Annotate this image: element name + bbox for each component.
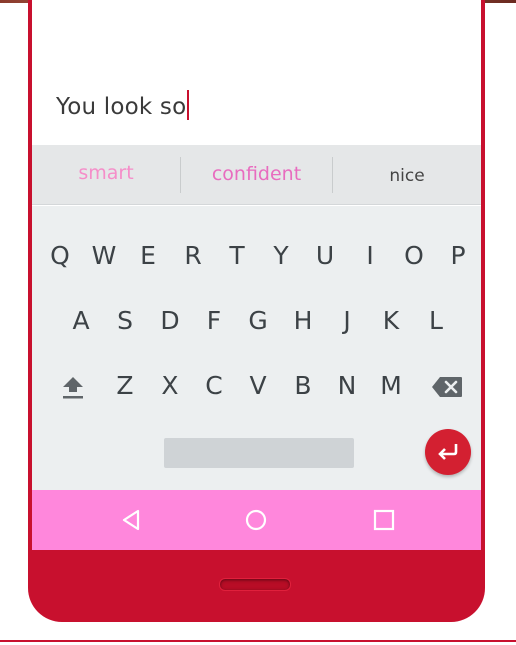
key-b[interactable]: B [283,361,323,411]
message-input[interactable]: You look so [32,0,481,145]
key-p[interactable]: P [438,231,478,281]
suggestion-nice[interactable]: nice [333,145,481,205]
shift-icon[interactable] [61,373,85,401]
speaker-grille [219,578,291,591]
text-cursor [187,90,190,120]
navigation-bar [32,490,481,550]
key-v[interactable]: V [238,361,278,411]
key-a[interactable]: A [61,296,101,346]
key-s[interactable]: S [105,296,145,346]
key-j[interactable]: J [327,296,367,346]
typed-text: You look so [56,94,187,120]
key-w[interactable]: W [84,231,124,281]
key-e[interactable]: E [128,231,168,281]
key-r[interactable]: R [173,231,213,281]
nav-back-icon[interactable] [120,508,144,532]
key-u[interactable]: U [305,231,345,281]
background-line [0,640,516,642]
keyboard: Q W E R T Y U I O P A S D F G H J K L Z … [32,206,481,490]
nav-recents-icon[interactable] [372,508,396,532]
phone-frame: You look so smart confident nice Q W E R… [28,0,485,622]
key-n[interactable]: N [327,361,367,411]
key-g[interactable]: G [238,296,278,346]
key-q[interactable]: Q [40,231,80,281]
suggestion-smart[interactable]: smart [32,145,180,205]
phone-screen: You look so smart confident nice Q W E R… [32,0,481,550]
key-o[interactable]: O [394,231,434,281]
typed-text-row: You look so [56,90,190,120]
key-y[interactable]: Y [261,231,301,281]
enter-button[interactable] [425,429,471,475]
key-h[interactable]: H [283,296,323,346]
key-z[interactable]: Z [105,361,145,411]
key-l[interactable]: L [416,296,456,346]
suggestion-strip: smart confident nice [32,145,481,205]
key-f[interactable]: F [194,296,234,346]
spacebar[interactable] [164,438,354,468]
key-x[interactable]: X [150,361,190,411]
key-k[interactable]: K [371,296,411,346]
key-m[interactable]: M [371,361,411,411]
key-i[interactable]: I [350,231,390,281]
key-c[interactable]: C [194,361,234,411]
nav-home-icon[interactable] [244,508,268,532]
backspace-icon[interactable] [431,376,463,398]
key-d[interactable]: D [150,296,190,346]
enter-icon [438,444,458,460]
suggestion-confident[interactable]: confident [181,145,332,205]
key-t[interactable]: T [217,231,257,281]
